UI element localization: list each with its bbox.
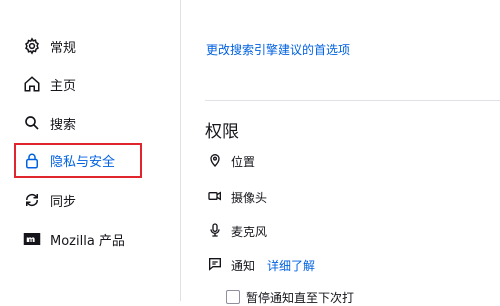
permission-label: 通知: [231, 258, 256, 273]
sidebar-item-label: Mozilla 产品: [50, 233, 125, 249]
sidebar-item-home[interactable]: 主页: [14, 68, 140, 100]
search-engine-preferences-link[interactable]: 更改搜索引擎建议的首选项: [206, 41, 350, 58]
permission-notification[interactable]: 通知 详细了解: [207, 254, 315, 276]
mozilla-logo-icon: [22, 229, 42, 249]
learn-more-link[interactable]: 详细了解: [267, 257, 315, 274]
permissions-title: 权限: [205, 122, 239, 142]
microphone-icon: [207, 222, 223, 241]
search-icon: [22, 113, 42, 133]
pause-notifications-checkbox[interactable]: [226, 290, 240, 304]
sidebar-item-mozilla-products[interactable]: Mozilla 产品: [14, 223, 140, 255]
permission-location[interactable]: 位置: [207, 150, 255, 172]
sidebar-item-general[interactable]: 常规: [14, 30, 140, 62]
notification-icon: [207, 256, 223, 275]
camera-icon: [207, 188, 223, 207]
sidebar-item-label: 同步: [50, 194, 77, 210]
section-divider: [205, 100, 500, 101]
sidebar-item-privacy-security[interactable]: 隐私与安全: [14, 143, 142, 178]
pause-notifications-label: 暂停通知直至下次打: [246, 290, 355, 305]
permission-label: 位置: [231, 154, 256, 169]
permission-microphone[interactable]: 麦克风: [207, 220, 267, 242]
location-icon: [207, 152, 223, 171]
sidebar-item-label: 隐私与安全: [50, 155, 116, 170]
sync-icon: [22, 190, 42, 210]
sidebar-item-label: 主页: [50, 78, 77, 94]
sidebar: 常规 主页 搜索 隐私与安全 同步 Mozilla 产品: [0, 0, 181, 301]
permission-label: 摄像头: [231, 190, 268, 205]
sidebar-item-label: 搜索: [50, 117, 77, 133]
sidebar-item-sync[interactable]: 同步: [14, 184, 140, 216]
sidebar-item-search[interactable]: 搜索: [14, 107, 140, 139]
gear-icon: [22, 36, 42, 56]
home-icon: [22, 74, 42, 94]
pause-notifications-row[interactable]: 暂停通知直至下次打: [226, 289, 354, 305]
sidebar-item-label: 常规: [50, 40, 77, 56]
permission-label: 麦克风: [231, 224, 268, 239]
permission-camera[interactable]: 摄像头: [207, 186, 267, 208]
lock-icon: [22, 151, 42, 171]
